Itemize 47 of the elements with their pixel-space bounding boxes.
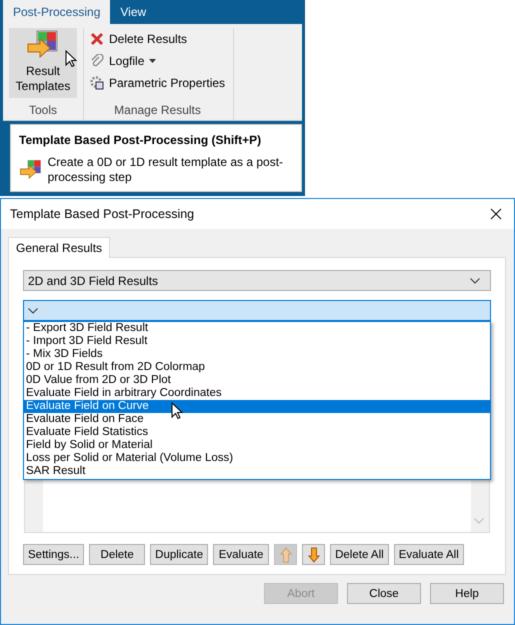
ribbon-button[interactable]: Delete Results xyxy=(88,28,228,50)
dropdown-option[interactable]: Evaluate Field in arbitrary Coordinates xyxy=(24,387,490,400)
delete-icon xyxy=(90,32,104,46)
caret-icon xyxy=(149,59,156,63)
dropdown-option[interactable]: Evaluate Field on Curve xyxy=(24,400,490,413)
mouse-cursor-icon xyxy=(171,402,183,420)
ribbon-tab[interactable]: Post-Processing xyxy=(3,0,110,24)
dropdown-option[interactable]: 0D Value from 2D or 3D Plot xyxy=(24,374,490,387)
window-title: Template Based Post-Processing xyxy=(10,207,194,221)
action-button[interactable]: Delete xyxy=(89,544,146,565)
group-label: Tools xyxy=(28,102,57,117)
action-button[interactable]: Delete All xyxy=(330,544,389,565)
chevron-down-icon xyxy=(28,308,38,314)
down-arrow-icon xyxy=(308,546,320,562)
scroll-down-icon xyxy=(474,518,484,524)
dialog-button[interactable]: Help xyxy=(430,583,504,604)
mouse-cursor-icon xyxy=(65,50,77,68)
dropdown-option[interactable]: Evaluate Field Statistics xyxy=(24,426,490,439)
action-button[interactable]: Settings... xyxy=(23,544,84,565)
ribbon-button[interactable]: Logfile xyxy=(88,50,228,72)
close-icon[interactable] xyxy=(490,208,502,220)
dropdown-option[interactable]: Field by Solid or Material xyxy=(24,439,490,452)
category-dropdown[interactable]: 2D and 3D Field Results xyxy=(23,270,491,291)
group-label: Manage Results xyxy=(114,102,201,117)
dropdown-option[interactable]: - Mix 3D Fields xyxy=(24,348,490,361)
ribbon-tab[interactable]: View xyxy=(110,0,156,24)
ribbon-button[interactable]: Parametric Properties xyxy=(88,72,228,94)
dropdown-option[interactable]: Evaluate Field on Face xyxy=(24,413,490,426)
dropdown-option[interactable]: 0D or 1D Result from 2D Colormap xyxy=(24,361,490,374)
paperclip-icon xyxy=(90,54,104,68)
dropdown-option[interactable]: - Import 3D Field Result xyxy=(24,335,490,348)
tooltip-text: Create a 0D or 1D result template as a post-processing step xyxy=(48,155,284,185)
dropdown-option[interactable]: - Export 3D Field Result xyxy=(24,322,490,335)
move-down-button[interactable] xyxy=(302,544,326,565)
dialog-button[interactable]: Close xyxy=(347,583,421,604)
dropdown-option[interactable]: Loss per Solid or Material (Volume Loss) xyxy=(24,452,490,465)
action-button[interactable]: Duplicate xyxy=(150,544,208,565)
tooltip-title: Template Based Post-Processing (Shift+P) xyxy=(19,133,262,147)
result-templates-button[interactable]: Result Templates xyxy=(9,28,77,98)
dialog-tab[interactable]: General Results xyxy=(8,237,110,258)
gear-icon xyxy=(90,76,104,90)
dropdown-option[interactable]: SAR Result xyxy=(24,465,490,478)
action-button[interactable]: Evaluate All xyxy=(394,544,464,565)
up-arrow-icon xyxy=(280,546,292,562)
chevron-down-icon xyxy=(470,278,480,284)
template-dropdown[interactable] xyxy=(23,300,491,321)
action-button[interactable]: Evaluate xyxy=(213,544,270,565)
